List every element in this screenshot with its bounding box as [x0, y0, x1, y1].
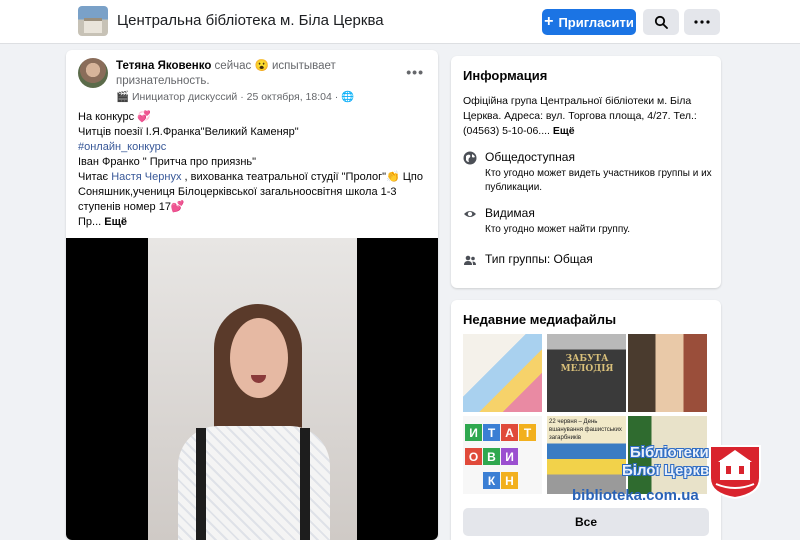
search-button[interactable]	[643, 9, 679, 35]
group-type-title: Тип группы: Общая	[485, 252, 593, 266]
post-video[interactable]	[66, 238, 438, 540]
letter-cube: В	[483, 448, 500, 465]
post-author-line: Тетяна Яковенко сейчас 😮 испытывает приз…	[116, 59, 416, 89]
group-description: Офіційна група Центральної бібліотеки м.…	[463, 94, 715, 139]
letter-cube: Н	[501, 472, 518, 489]
letter-cube: О	[465, 448, 482, 465]
video-person-face	[230, 318, 288, 398]
media-thumbnail[interactable]: ЗАБУТА МЕЛОДІЯ	[547, 334, 626, 412]
letter-cube: И	[501, 448, 518, 465]
group-post: Тетяна Яковенко сейчас 😮 испытывает приз…	[66, 50, 438, 540]
plus-icon: +	[544, 13, 554, 30]
privacy-subtitle: Кто угодно может видеть участников групп…	[485, 168, 712, 193]
letter-cube: Т	[519, 424, 536, 441]
media-caption: 22 червня – День вшанування фашистських …	[549, 419, 622, 441]
video-person-strap	[196, 428, 206, 540]
group-header-bar: Центральна бібліотека м. Біла Церква + П…	[0, 0, 800, 44]
see-all-media-button[interactable]: Все	[463, 508, 709, 536]
reader-profile-link[interactable]: Настя Чернух	[111, 171, 181, 183]
library-seal-logo	[709, 445, 761, 500]
recent-media-card: Недавние медиафайлы ЗАБУТА МЕЛОДІЯ И Т А…	[451, 300, 721, 540]
letter-cube: Т	[483, 424, 500, 441]
author-name[interactable]: Тетяна Яковенко	[116, 60, 211, 72]
post-menu-icon[interactable]: •••	[406, 64, 424, 80]
invite-button[interactable]: + Пригласити	[542, 9, 636, 35]
media-thumbnail[interactable]	[628, 334, 707, 412]
watermark-text: Білої Церкви	[622, 462, 719, 479]
description-more-link[interactable]: Ещё	[553, 125, 575, 137]
group-name[interactable]: Центральна бібліотека м. Біла Церква	[117, 12, 384, 29]
video-person-strap	[300, 428, 310, 540]
info-title: Информация	[463, 68, 548, 83]
letter-cube: И	[465, 424, 482, 441]
watermark-text: Бібліотеки	[630, 444, 709, 461]
post-truncated-line: Пр... Ещё	[78, 215, 426, 230]
reader-paragraph: Читає Настя Чернух , вихованка театральн…	[78, 171, 423, 213]
people-icon	[464, 255, 476, 265]
search-icon	[654, 15, 668, 29]
eye-icon	[464, 211, 476, 217]
author-avatar[interactable]	[78, 58, 108, 88]
visibility-subtitle: Кто угодно может найти группу.	[485, 224, 631, 235]
globe-icon	[463, 151, 477, 165]
group-description-text: Офіційна група Центральної бібліотеки м.…	[463, 95, 697, 137]
letter-cube: К	[483, 472, 500, 489]
post-meta[interactable]: 🎬 Инициатор дискуссий · 25 октября, 18:0…	[116, 90, 354, 103]
media-thumbnail[interactable]: И Т А Т О В И К Н	[463, 416, 542, 494]
privacy-title: Общедоступная	[485, 150, 575, 164]
watermark-url: biblioteka.com.ua	[572, 487, 699, 504]
invite-button-label: Пригласити	[558, 14, 634, 30]
post-line: Читців поезії І.Я.Франка"Великий Каменяр…	[78, 126, 299, 138]
letter-cube: А	[501, 424, 518, 441]
visibility-title: Видимая	[485, 206, 535, 220]
media-thumbnail[interactable]	[463, 334, 542, 412]
reader-prefix: Читає	[78, 171, 112, 183]
post-line: На конкурс 💞	[78, 111, 151, 123]
book-cover-title: ЗАБУТА МЕЛОДІЯ	[560, 354, 614, 374]
media-title: Недавние медиафайлы	[463, 312, 617, 327]
post-truncated-text: Пр...	[78, 216, 105, 228]
more-options-button[interactable]	[684, 9, 720, 35]
post-text: На конкурс 💞 Читців поезії І.Я.Франка"Ве…	[78, 110, 426, 230]
more-horizontal-icon	[694, 20, 710, 24]
media-thumbnail[interactable]: 22 червня – День вшанування фашистських …	[547, 416, 626, 494]
hashtag-link[interactable]: #онлайн_конкурс	[78, 140, 426, 155]
group-info-card: Информация Офіційна група Центральної бі…	[451, 56, 721, 288]
see-more-link[interactable]: Ещё	[104, 216, 127, 228]
post-line: Іван Франко " Притча про приязнь"	[78, 156, 257, 168]
group-cover-thumbnail[interactable]	[78, 6, 108, 36]
video-frame	[148, 238, 357, 540]
